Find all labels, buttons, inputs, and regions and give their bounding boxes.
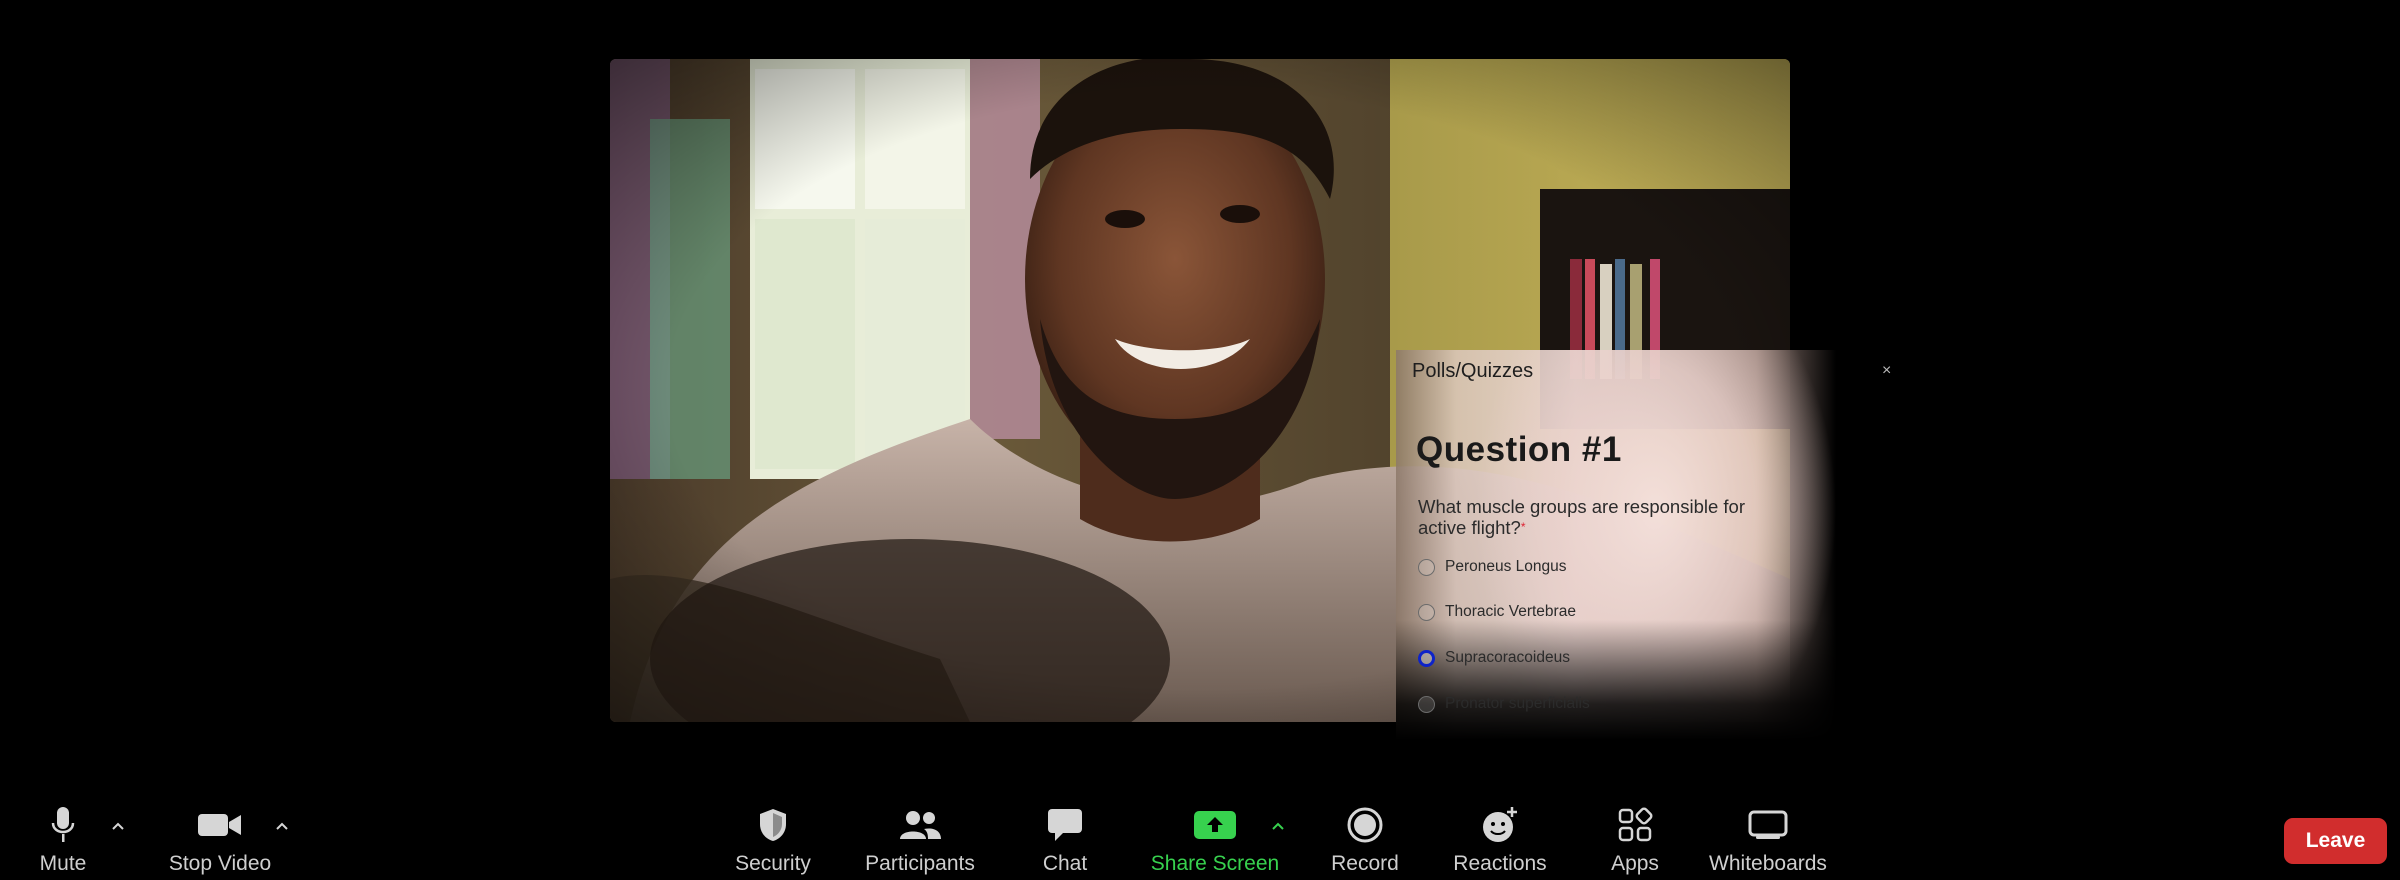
leave-button[interactable]: Leave bbox=[2284, 818, 2387, 864]
participants-label: Participants bbox=[865, 852, 975, 875]
video-camera-icon bbox=[198, 811, 242, 844]
required-marker: * bbox=[1520, 520, 1526, 534]
mute-button[interactable]: Mute bbox=[28, 806, 98, 876]
radio-button[interactable] bbox=[1418, 603, 1435, 621]
polls-quizzes-panel: Polls/Quizzes × Question #1 What muscle … bbox=[1396, 350, 1900, 740]
share-arrow-icon bbox=[1194, 809, 1236, 846]
security-label: Security bbox=[735, 852, 811, 875]
whiteboards-button[interactable]: Whiteboards bbox=[1706, 806, 1830, 876]
reactions-button[interactable]: Reactions bbox=[1450, 806, 1550, 876]
shield-icon bbox=[758, 807, 788, 848]
share-screen-button[interactable]: Share Screen bbox=[1146, 806, 1284, 876]
close-icon[interactable]: × bbox=[1882, 362, 1891, 380]
mute-label: Mute bbox=[39, 852, 87, 875]
radio-button[interactable] bbox=[1418, 695, 1435, 713]
radio-button-selected[interactable] bbox=[1418, 649, 1435, 667]
record-label: Record bbox=[1331, 852, 1399, 875]
poll-option-thoracic-vertebrae[interactable]: Thoracic Vertebrae bbox=[1418, 603, 1576, 621]
poll-option-pronator-superficialis[interactable]: Pronator superficialis bbox=[1418, 695, 1590, 713]
stop-video-button[interactable]: Stop Video bbox=[162, 806, 278, 876]
smiley-plus-icon bbox=[1481, 806, 1519, 849]
chat-label: Chat bbox=[1042, 852, 1088, 875]
caret-up-icon[interactable] bbox=[108, 816, 128, 836]
apps-icon bbox=[1617, 807, 1653, 848]
participants-button[interactable]: Participants bbox=[858, 806, 982, 876]
caret-up-icon[interactable] bbox=[1268, 816, 1288, 836]
poll-option-peroneus-longus[interactable]: Peroneus Longus bbox=[1418, 558, 1567, 576]
poll-option-supracoracoideus[interactable]: Supracoracoideus bbox=[1418, 649, 1570, 667]
share-screen-label: Share Screen bbox=[1150, 852, 1280, 875]
microphone-icon bbox=[51, 805, 75, 850]
poll-panel-title: Polls/Quizzes bbox=[1412, 360, 1534, 382]
stop-video-label: Stop Video bbox=[168, 852, 272, 875]
people-icon bbox=[898, 809, 942, 846]
whiteboard-icon bbox=[1748, 809, 1788, 846]
record-icon bbox=[1347, 807, 1383, 848]
apps-button[interactable]: Apps bbox=[1604, 806, 1666, 876]
meeting-window: Polls/Quizzes × Question #1 What muscle … bbox=[0, 0, 2400, 880]
record-button[interactable]: Record bbox=[1326, 806, 1404, 876]
poll-option-label: Supracoracoideus bbox=[1445, 649, 1570, 666]
question-text: What muscle groups are responsible for a… bbox=[1418, 496, 1745, 538]
security-button[interactable]: Security bbox=[730, 806, 816, 876]
question-heading: Question #1 bbox=[1416, 430, 1622, 469]
apps-label: Apps bbox=[1611, 852, 1659, 875]
whiteboards-label: Whiteboards bbox=[1709, 852, 1827, 875]
reactions-label: Reactions bbox=[1453, 852, 1547, 875]
poll-option-label: Pronator superficialis bbox=[1445, 695, 1590, 712]
chat-button[interactable]: Chat bbox=[1036, 806, 1094, 876]
poll-option-label: Thoracic Vertebrae bbox=[1445, 603, 1576, 620]
chat-bubble-icon bbox=[1047, 808, 1083, 847]
caret-up-icon[interactable] bbox=[272, 816, 292, 836]
radio-button[interactable] bbox=[1418, 558, 1435, 576]
poll-option-label: Peroneus Longus bbox=[1445, 558, 1567, 575]
